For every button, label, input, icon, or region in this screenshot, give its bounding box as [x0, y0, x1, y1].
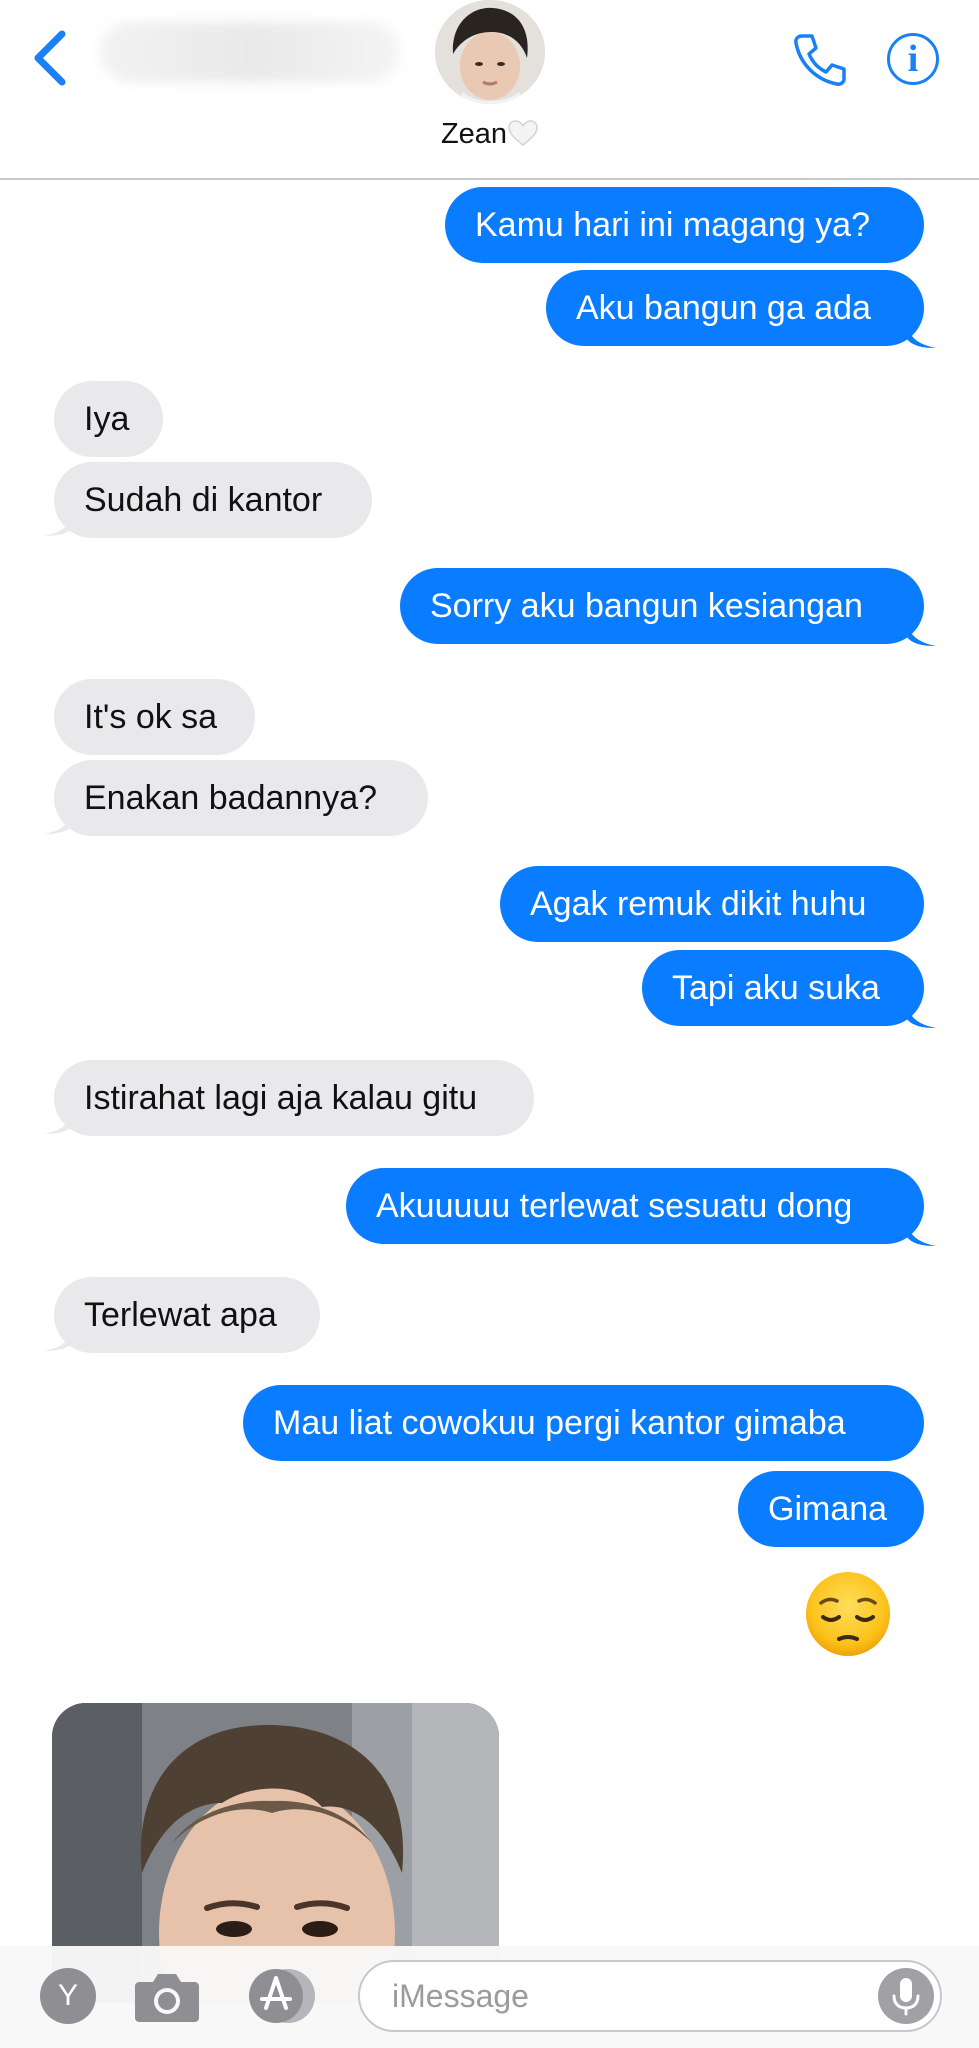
sent-message[interactable]: Tapi aku suka [642, 950, 924, 1026]
message-text: Agak remuk dikit huhu [530, 885, 867, 923]
bubble-tail [44, 508, 74, 536]
microphone-button[interactable] [878, 1968, 934, 2024]
message-text: Mau liat cowokuu pergi kantor gimaba [273, 1404, 846, 1442]
app-store-icon [249, 1969, 315, 2023]
sent-message[interactable]: Gimana [738, 1471, 924, 1547]
chevron-left-icon [34, 30, 66, 86]
app-store-button[interactable] [244, 1966, 320, 2026]
message-text: Enakan badannya? [84, 779, 378, 817]
camera-button[interactable] [133, 1968, 201, 2024]
white-heart-emoji [508, 120, 538, 146]
pensive-face-emoji[interactable] [803, 1569, 893, 1659]
sent-message[interactable]: Akuuuuu terlewat sesuatu dong [346, 1168, 924, 1244]
phone-call-button[interactable] [790, 30, 850, 90]
received-message[interactable]: Istirahat lagi aja kalau gitu [54, 1060, 534, 1136]
message-text: Iya [84, 400, 130, 438]
sent-message[interactable]: Sorry aku bangun kesiangan [400, 568, 924, 644]
contact-name[interactable]: Zean [0, 118, 979, 151]
message-text: Sudah di kantor [84, 481, 323, 519]
camera-icon [135, 1974, 199, 2022]
message-input-bar: Y iMessage [0, 1946, 979, 2048]
message-text: Sorry aku bangun kesiangan [430, 587, 863, 625]
bubble-tail [906, 320, 936, 348]
y-button[interactable]: Y [40, 1968, 96, 2024]
phone-icon [794, 34, 846, 86]
blurred-area [100, 22, 400, 82]
sent-message[interactable]: Aku bangun ga ada [546, 270, 924, 346]
message-text: Istirahat lagi aja kalau gitu [84, 1079, 478, 1117]
message-text: Terlewat apa [84, 1296, 277, 1334]
bubble-tail [906, 1218, 936, 1246]
contact-name-text: Zean [440, 118, 508, 150]
sent-message[interactable]: Mau liat cowokuu pergi kantor gimaba [243, 1385, 924, 1461]
received-message[interactable]: Sudah di kantor [54, 462, 372, 538]
bubble-tail [44, 1323, 74, 1351]
bubble-tail [906, 618, 936, 646]
message-text: Tapi aku suka [672, 969, 880, 1007]
info-button[interactable]: i [887, 33, 939, 85]
input-placeholder: iMessage [392, 1978, 529, 2014]
imessage-input[interactable]: iMessage [358, 1960, 942, 2032]
bubble-tail [906, 1000, 936, 1028]
received-message[interactable]: Iya [54, 381, 163, 457]
info-icon: i [907, 38, 919, 80]
y-button-label: Y [57, 1979, 78, 2012]
microphone-icon [892, 1978, 920, 2016]
sent-message[interactable]: Agak remuk dikit huhu [500, 866, 924, 942]
received-message[interactable]: Terlewat apa [54, 1277, 320, 1353]
sent-message[interactable]: Kamu hari ini magang ya? [445, 187, 924, 263]
message-text: Akuuuuu terlewat sesuatu dong [376, 1187, 853, 1225]
contact-avatar[interactable] [435, 0, 545, 104]
conversation-header: Zean i [0, 0, 979, 180]
bubble-tail [44, 806, 74, 834]
message-text: Aku bangun ga ada [576, 289, 871, 327]
bubble-tail [44, 1106, 74, 1134]
message-text: Gimana [768, 1490, 888, 1528]
message-text: It's ok sa [84, 698, 218, 736]
received-message[interactable]: It's ok sa [54, 679, 255, 755]
received-message[interactable]: Enakan badannya? [54, 760, 428, 836]
message-text: Kamu hari ini magang ya? [475, 206, 871, 244]
back-button[interactable] [24, 22, 84, 92]
imessage-conversation-screen: Zean i Kamu hari ini magang ya? Aku bang… [0, 0, 979, 2048]
